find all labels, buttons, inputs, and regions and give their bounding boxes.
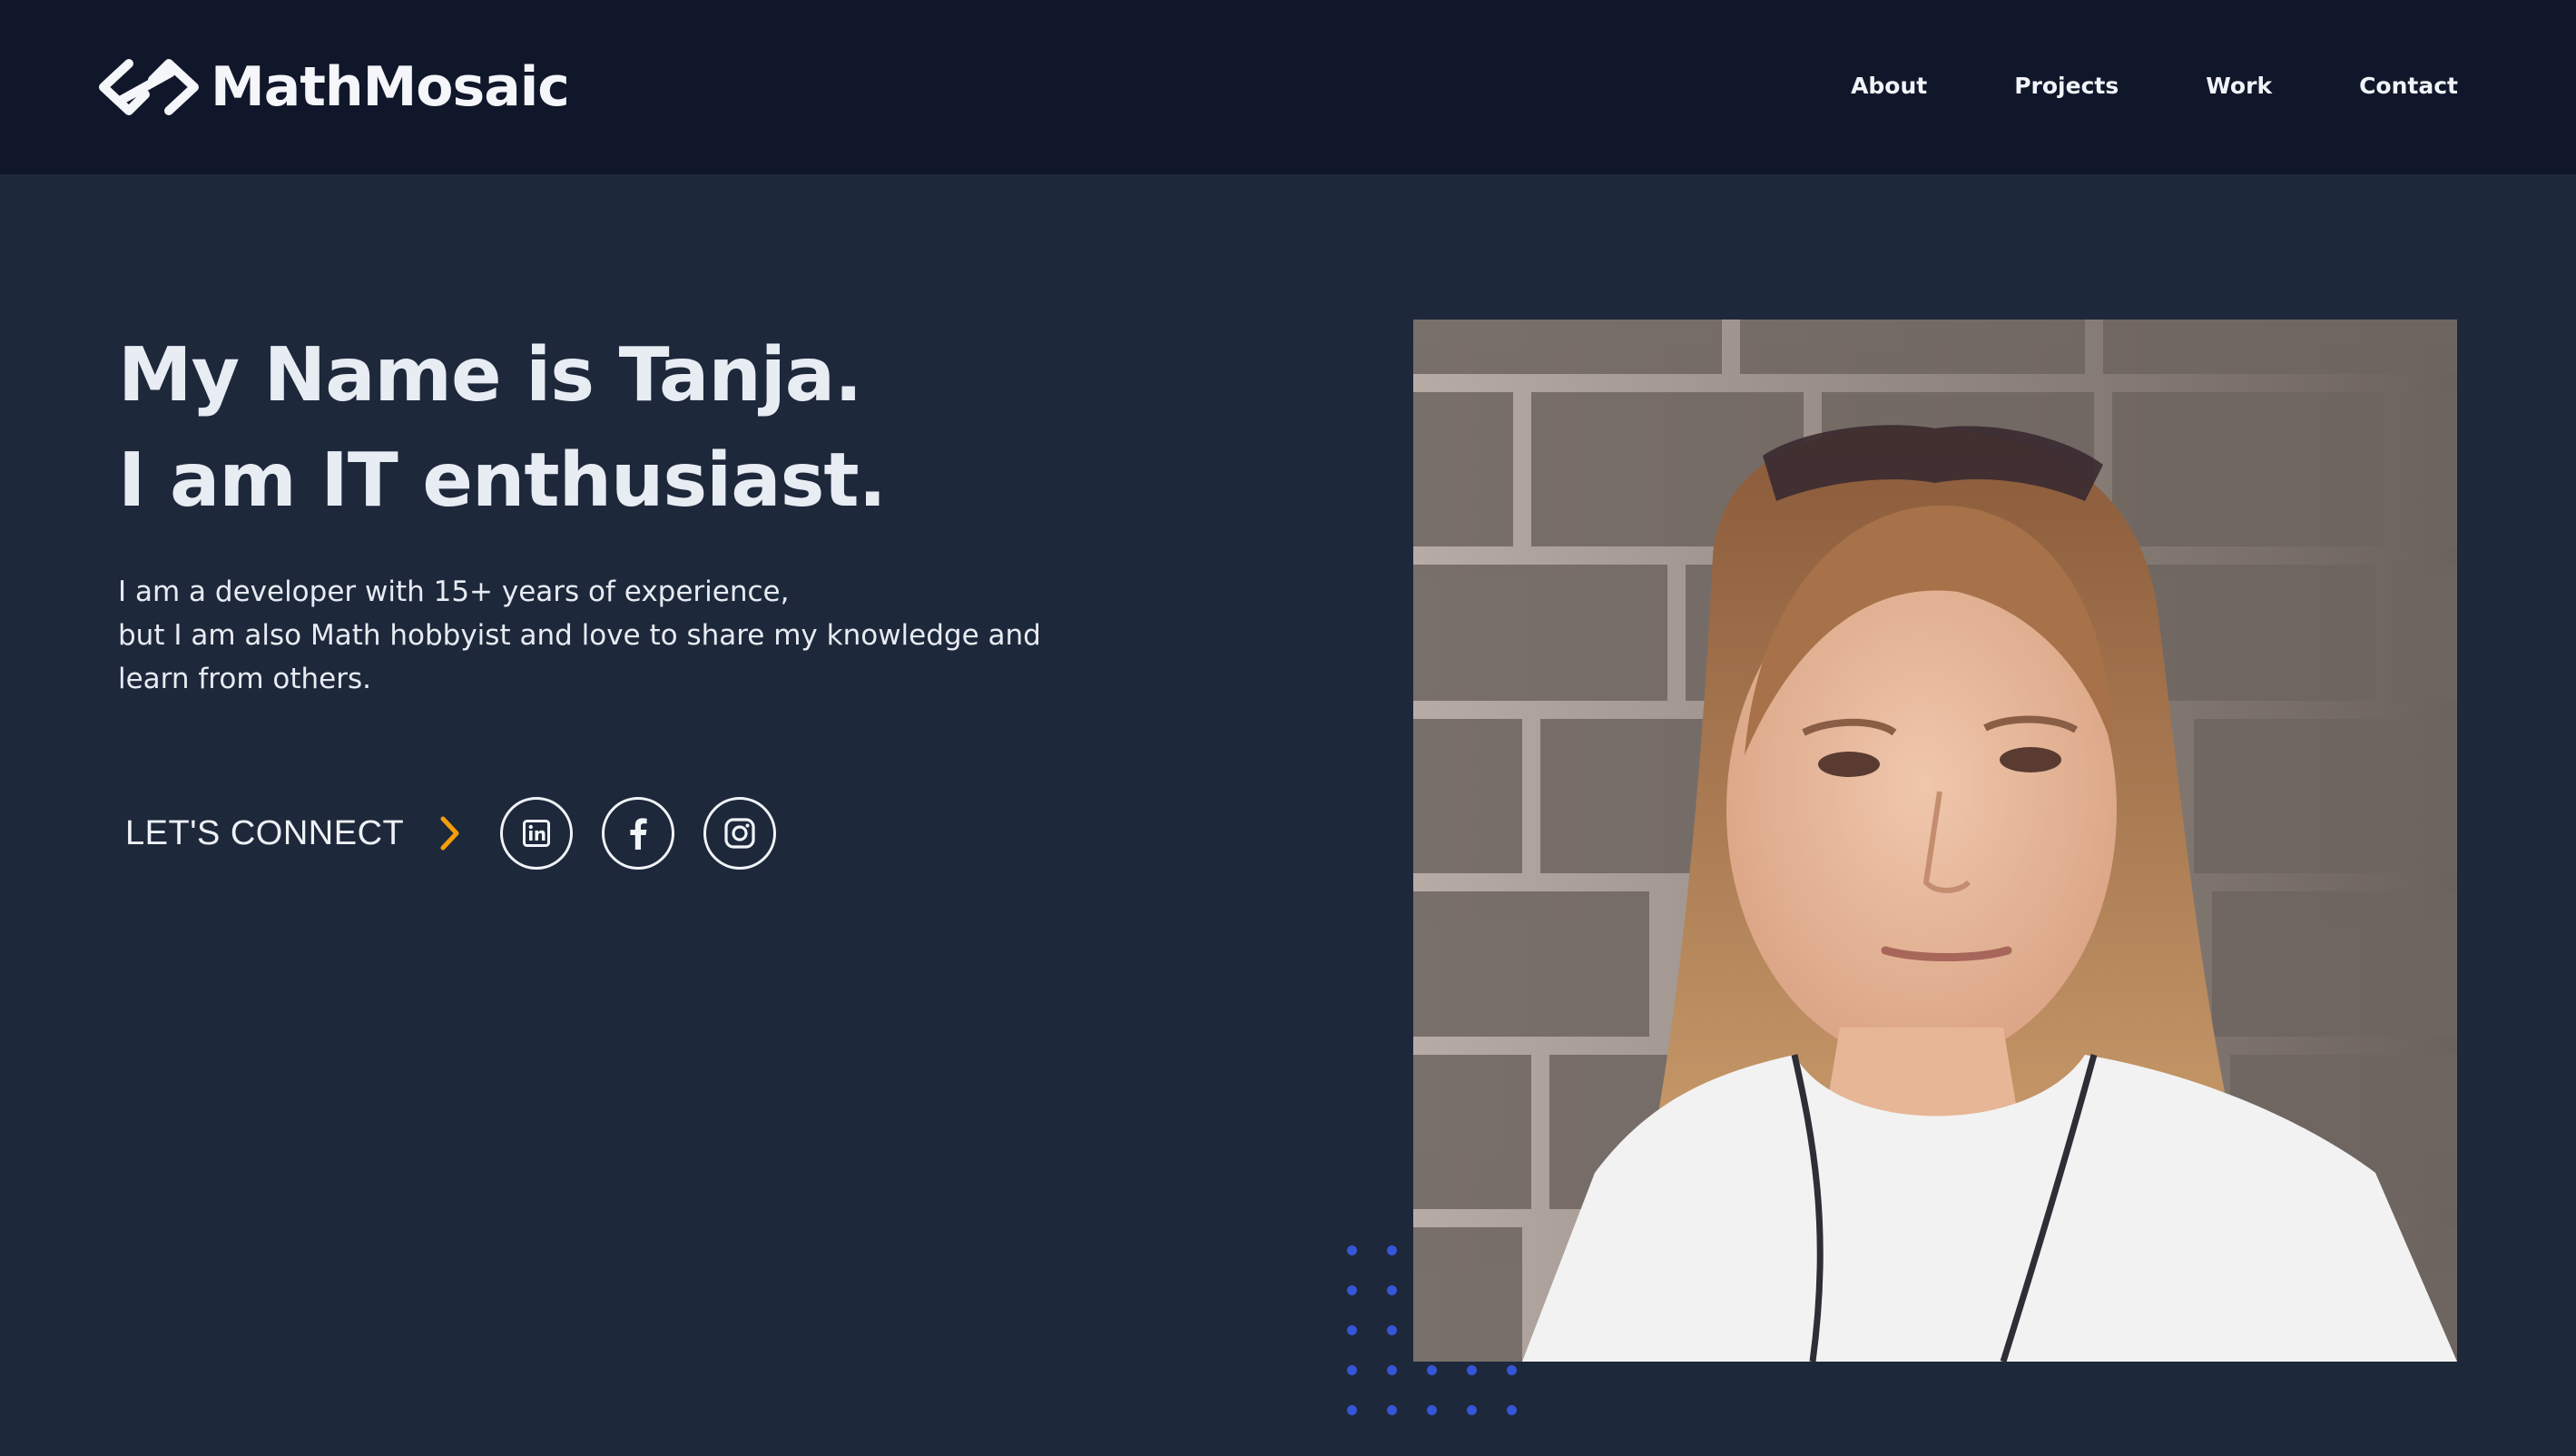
decor-dot [1507,1365,1517,1375]
decor-dot [1427,1365,1437,1375]
nav-projects[interactable]: Projects [2014,69,2119,103]
linkedin-button[interactable] [500,797,574,870]
decor-dot [1387,1245,1397,1255]
decor-dot [1467,1405,1477,1415]
connect-row: LET'S CONNECT [125,797,805,870]
lets-connect-link[interactable]: LET'S CONNECT [125,814,404,853]
hero-description-line-3: learn from others. [118,663,371,695]
nav-work[interactable]: Work [2206,69,2272,103]
hero-headline: My Name is Tanja. I am IT enthusiast. [118,323,887,534]
decor-dot [1507,1405,1517,1415]
instagram-button[interactable] [703,797,777,870]
hero-headline-line-2: I am IT enthusiast. [118,438,887,524]
decor-dot [1347,1285,1357,1295]
decor-dot [1347,1365,1357,1375]
hero-description: I am a developer with 15+ years of exper… [118,570,1041,701]
hero-description-line-2: but I am also Math hobbyist and love to … [118,619,1041,652]
facebook-button[interactable] [602,797,675,870]
chain-link-logo-icon [99,59,199,115]
hero-headline-line-1: My Name is Tanja. [118,332,862,418]
brand-name: MathMosaic [211,55,570,119]
profile-photo [1413,320,2457,1362]
nav-about[interactable]: About [1851,69,1927,103]
decor-dot [1347,1405,1357,1415]
decor-dot [1427,1405,1437,1415]
decor-dot [1387,1365,1397,1375]
instagram-icon [724,818,755,849]
decor-dot [1467,1365,1477,1375]
decor-dot [1387,1405,1397,1415]
decor-dot [1387,1325,1397,1335]
hero-description-line-1: I am a developer with 15+ years of exper… [118,576,790,608]
decor-dot [1347,1245,1357,1255]
decor-dot [1387,1285,1397,1295]
facebook-icon [630,818,647,850]
chevron-right-icon[interactable] [437,813,464,853]
decor-dot [1347,1325,1357,1335]
linkedin-icon [523,820,551,847]
nav-contact[interactable]: Contact [2359,69,2458,103]
top-navbar: MathMosaic About Projects Work Contact [0,0,2576,174]
main-nav: About Projects Work Contact [1851,69,2458,103]
brand-logo-link[interactable]: MathMosaic [94,53,570,122]
